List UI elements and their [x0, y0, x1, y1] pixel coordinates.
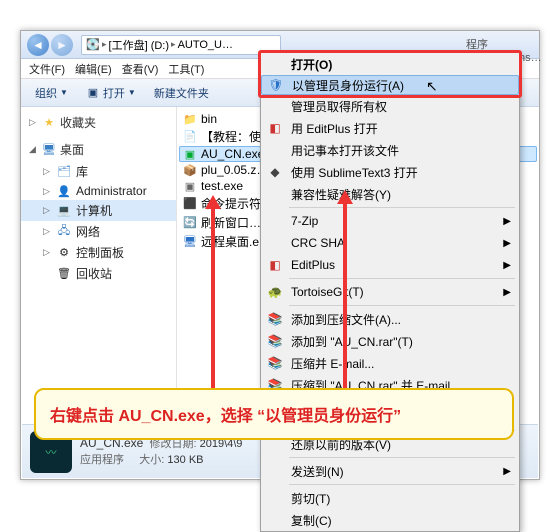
doc-icon: 📄: [183, 130, 197, 144]
shortcut-icon: 🖥: [183, 235, 197, 249]
open-button[interactable]: ▣打开▼: [80, 83, 142, 103]
menu-tools[interactable]: 工具(T): [168, 61, 204, 77]
exe-icon: ▣: [183, 179, 197, 193]
archive-icon: 📦: [183, 163, 197, 177]
menu-separator: [289, 305, 515, 306]
ctx-notepad-open[interactable]: 用记事本打开该文件: [261, 139, 519, 161]
sidebar-item-computer[interactable]: ▷💻计算机: [21, 200, 176, 221]
winrar-icon: 📚: [267, 355, 283, 371]
shortcut-icon: 🔄: [183, 216, 197, 230]
details-type: 应用程序: [80, 454, 124, 466]
ctx-editplus-open[interactable]: ◧用 EditPlus 打开: [261, 117, 519, 139]
star-icon: ★: [42, 116, 56, 130]
library-icon: 🗂: [57, 165, 71, 179]
user-icon: 👤: [57, 184, 71, 198]
editplus-icon: ◧: [267, 257, 283, 273]
submenu-arrow-icon: ▶: [503, 238, 511, 249]
path-segment[interactable]: AUTO_U…: [178, 39, 233, 51]
submenu-arrow-icon: ▶: [503, 216, 511, 227]
address-bar[interactable]: 💽 ▸ [工作盘] (D:) ▸ AUTO_U…: [81, 35, 281, 55]
menu-separator: [289, 457, 515, 458]
computer-icon: 💻: [57, 204, 71, 218]
forward-button[interactable]: ►: [51, 34, 73, 56]
submenu-arrow-icon: ▶: [503, 260, 511, 271]
context-menu: 打开(O) 🛡以管理员身份运行(A) 管理员取得所有权 ◧用 EditPlus …: [260, 52, 520, 532]
ctx-sendto[interactable]: 发送到(N)▶: [261, 460, 519, 482]
ctx-zip-email[interactable]: 📚压缩并 E-mail...: [261, 352, 519, 374]
ctx-7zip[interactable]: 7-Zip▶: [261, 210, 519, 232]
sidebar-item-control[interactable]: ▷⚙控制面板: [21, 242, 176, 263]
sidebar-item-recycle[interactable]: 🗑回收站: [21, 263, 176, 284]
sidebar-item-admin[interactable]: ▷👤Administrator: [21, 182, 176, 200]
ctx-sublime-open[interactable]: ◆使用 SublimeText3 打开: [261, 161, 519, 183]
menu-separator: [289, 278, 515, 279]
drive-icon: 💽: [86, 38, 100, 52]
submenu-arrow-icon: ▶: [503, 466, 511, 477]
menu-file[interactable]: 文件(F): [29, 61, 65, 77]
tortoise-icon: 🐢: [267, 284, 283, 300]
shortcut-icon: ⬛: [183, 197, 197, 211]
sidebar-favorites[interactable]: ▷★收藏夹: [21, 111, 176, 134]
ctx-crc[interactable]: CRC SHA▶: [261, 232, 519, 254]
ctx-compat[interactable]: 兼容性疑难解答(Y): [261, 183, 519, 205]
ctx-editplus[interactable]: ◧EditPlus▶: [261, 254, 519, 276]
desktop-icon: 🖥: [42, 143, 56, 157]
sidebar-item-libraries[interactable]: ▷🗂库: [21, 161, 176, 182]
ctx-cut[interactable]: 剪切(T): [261, 487, 519, 509]
ctx-copy[interactable]: 复制(C): [261, 509, 519, 531]
menu-separator: [289, 207, 515, 208]
editplus-icon: ◧: [267, 120, 283, 136]
submenu-arrow-icon: ▶: [503, 287, 511, 298]
back-button[interactable]: ◄: [27, 34, 49, 56]
ctx-add-rar[interactable]: 📚添加到 "AU_CN.rar"(T): [261, 330, 519, 352]
ctx-take-ownership[interactable]: 管理员取得所有权: [261, 95, 519, 117]
network-icon: 🖧: [57, 225, 71, 239]
menu-separator: [289, 484, 515, 485]
sidebar-desktop[interactable]: ◢🖥桌面: [21, 138, 176, 161]
nav-sidebar: ▷★收藏夹 ◢🖥桌面 ▷🗂库 ▷👤Administrator ▷💻计算机 ▷🖧网…: [21, 107, 177, 425]
recycle-icon: 🗑: [57, 267, 71, 281]
ctx-add-archive[interactable]: 📚添加到压缩文件(A)...: [261, 308, 519, 330]
annotation-box: [258, 50, 522, 98]
organize-button[interactable]: 组织▼: [29, 83, 74, 103]
details-size-value: 130 KB: [167, 454, 203, 466]
winrar-icon: 📚: [267, 311, 283, 327]
control-panel-icon: ⚙: [57, 246, 71, 260]
menu-view[interactable]: 查看(V): [122, 61, 159, 77]
callout-text: 右键点击 AU_CN.exe，选择 “以管理员身份运行”: [50, 408, 401, 425]
winrar-icon: 📚: [267, 333, 283, 349]
details-size-label: 大小:: [139, 454, 164, 466]
sublime-icon: ◆: [267, 164, 283, 180]
folder-icon: 📁: [183, 112, 197, 126]
exe-icon: ▣: [183, 147, 197, 161]
annotation-callout: 右键点击 AU_CN.exe，选择 “以管理员身份运行”: [34, 388, 514, 440]
menu-edit[interactable]: 编辑(E): [75, 61, 112, 77]
sidebar-item-network[interactable]: ▷🖧网络: [21, 221, 176, 242]
ctx-tortoise[interactable]: 🐢TortoiseGit(T)▶: [261, 281, 519, 303]
path-segment[interactable]: [工作盘] (D:): [109, 37, 170, 53]
app-icon: ▣: [86, 86, 100, 100]
new-folder-button[interactable]: 新建文件夹: [148, 83, 215, 103]
